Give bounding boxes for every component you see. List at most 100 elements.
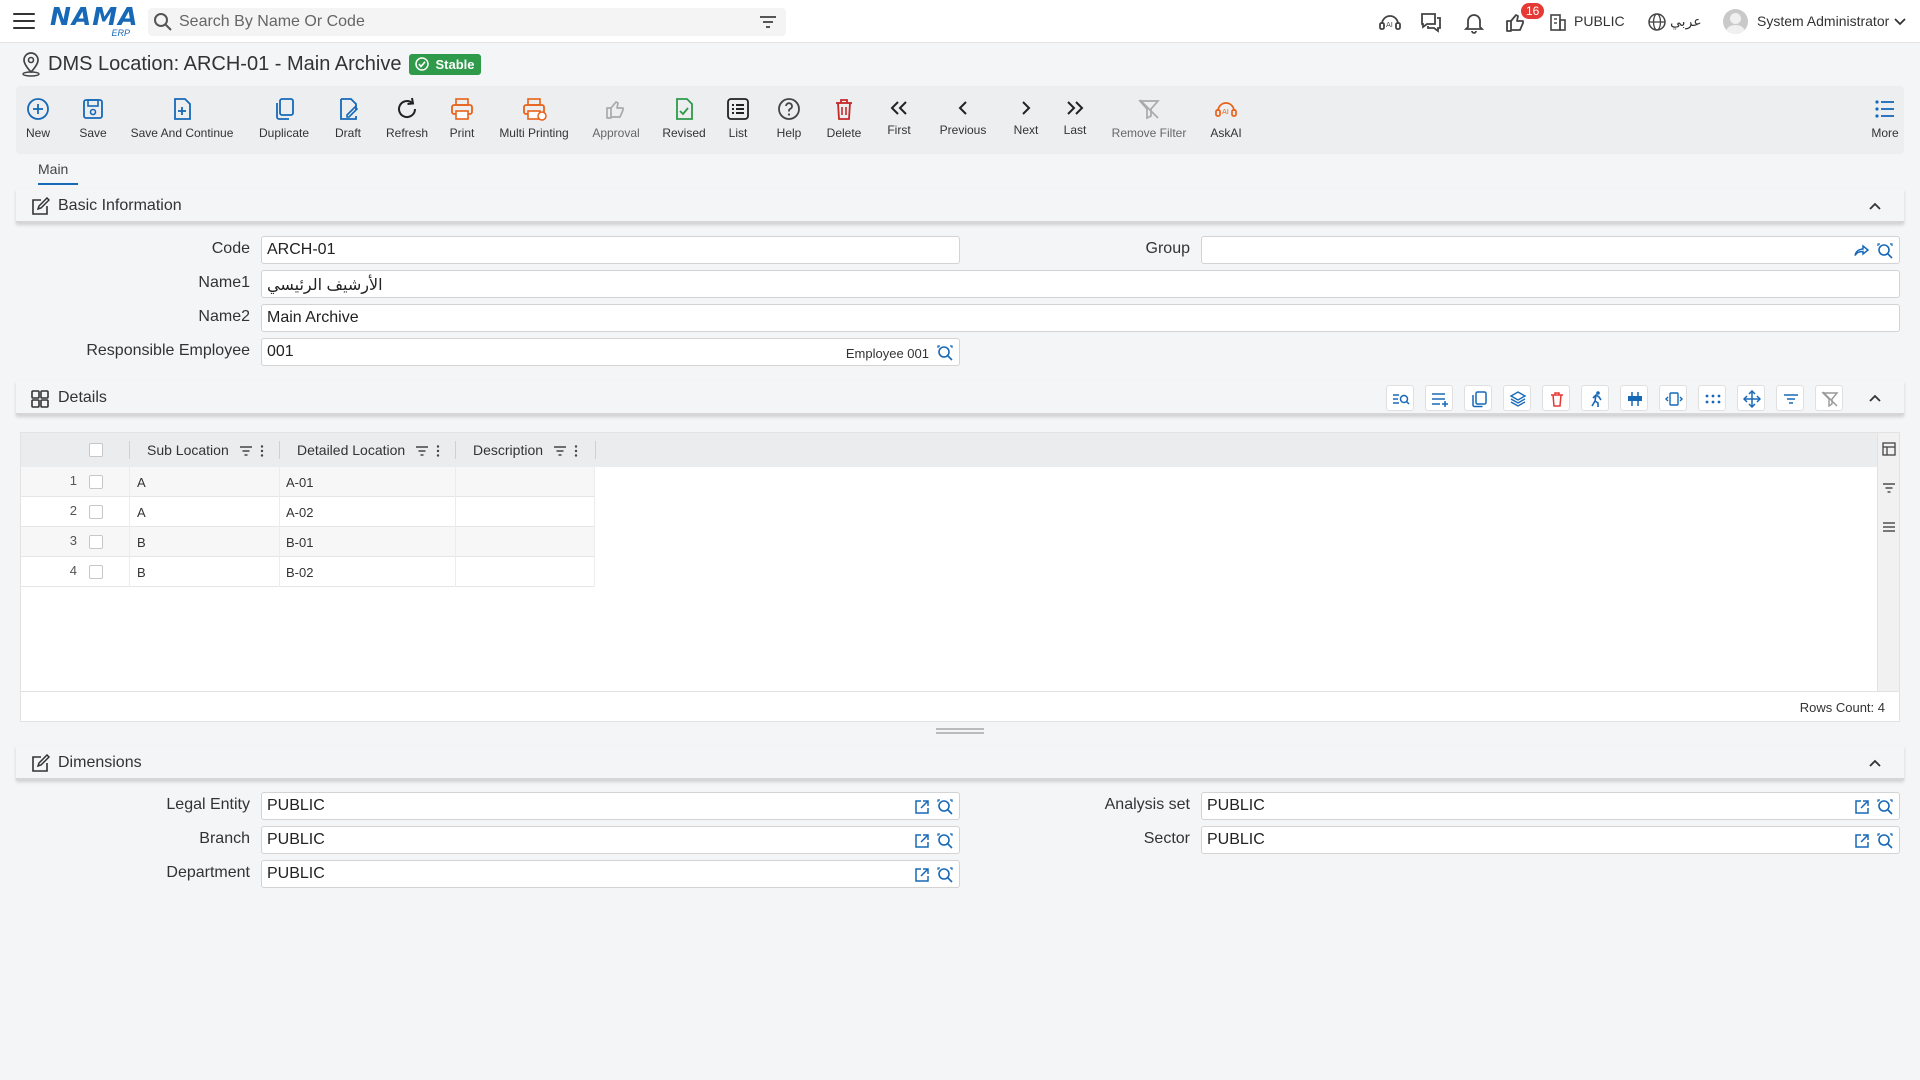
cell-detailed-location[interactable]: A-01 (286, 475, 313, 490)
lookup-search-icon[interactable] (936, 832, 954, 850)
grid-filter-button[interactable] (1776, 385, 1804, 411)
list-button[interactable]: List (724, 86, 752, 154)
refresh-button[interactable]: Refresh (382, 86, 432, 154)
open-external-icon[interactable] (913, 832, 931, 850)
lookup-search-icon[interactable] (936, 344, 954, 362)
tab-main[interactable]: Main (38, 161, 68, 183)
department-field[interactable]: PUBLIC (261, 860, 960, 888)
search-input[interactable]: Search By Name Or Code (148, 8, 786, 36)
grid-dots-button[interactable] (1698, 385, 1726, 411)
column-menu-icon[interactable] (255, 444, 269, 458)
analysis-set-field[interactable]: PUBLIC (1201, 792, 1900, 820)
share-icon[interactable] (1853, 242, 1871, 260)
column-filter-icon[interactable] (239, 444, 253, 458)
filter-icon[interactable] (758, 13, 778, 31)
menu-icon[interactable] (13, 13, 35, 31)
row-checkbox[interactable] (89, 565, 103, 579)
save-and-continue-button[interactable]: Save And Continue (130, 86, 234, 154)
column-header-description[interactable]: Description (473, 442, 543, 458)
table-row[interactable]: 2 A A-02 (21, 497, 595, 527)
row-checkbox[interactable] (89, 505, 103, 519)
chat-icon[interactable] (1419, 10, 1443, 34)
grid-fit-button[interactable] (1659, 385, 1687, 411)
row-checkbox[interactable] (89, 535, 103, 549)
duplicate-button[interactable]: Duplicate (258, 86, 310, 154)
chevron-up-icon[interactable] (1868, 199, 1882, 213)
column-menu-icon[interactable] (431, 444, 445, 458)
first-button[interactable]: First (882, 86, 916, 154)
sector-field[interactable]: PUBLIC (1201, 826, 1900, 854)
open-external-icon[interactable] (913, 798, 931, 816)
legal-entity-field[interactable]: PUBLIC (261, 792, 960, 820)
grid-add-row-button[interactable] (1425, 385, 1453, 411)
responsible-employee-field[interactable]: 001 Employee 001 (261, 338, 960, 366)
column-header-sub-location[interactable]: Sub Location (147, 442, 229, 458)
logo[interactable]: NAMA ERP (50, 4, 138, 40)
draft-button[interactable]: Draft (330, 86, 366, 154)
lookup-search-icon[interactable] (1876, 798, 1894, 816)
more-button[interactable]: More (1870, 86, 1900, 154)
table-row[interactable]: 1 A A-01 (21, 467, 595, 497)
cell-sub-location[interactable]: A (137, 505, 146, 520)
group-field[interactable] (1201, 236, 1900, 264)
cell-detailed-location[interactable]: A-02 (286, 505, 313, 520)
table-row[interactable]: 3 B B-01 (21, 527, 595, 557)
approval-button[interactable]: Approval (588, 86, 644, 154)
avatar[interactable] (1723, 9, 1748, 34)
bell-icon[interactable] (1462, 10, 1486, 34)
grid-resize-handle[interactable] (936, 728, 984, 734)
chevron-down-icon[interactable] (1893, 15, 1907, 29)
previous-button[interactable]: Previous (938, 86, 988, 154)
next-button[interactable]: Next (1010, 86, 1042, 154)
cell-sub-location[interactable]: B (137, 565, 146, 580)
dimensions-header[interactable]: Dimensions (16, 746, 1904, 780)
lookup-search-icon[interactable] (936, 798, 954, 816)
language-switch[interactable]: عربي (1670, 13, 1702, 30)
table-icon[interactable] (1882, 442, 1896, 456)
grid-move-button[interactable] (1737, 385, 1765, 411)
chevron-up-icon[interactable] (1868, 391, 1882, 405)
new-button[interactable]: New (24, 86, 52, 154)
grid-copy-button[interactable] (1464, 385, 1492, 411)
grid-merge-button[interactable] (1620, 385, 1648, 411)
multi-printing-button[interactable]: Multi Printing (496, 86, 572, 154)
cell-detailed-location[interactable]: B-01 (286, 535, 313, 550)
help-button[interactable]: Help (774, 86, 804, 154)
code-field[interactable]: ARCH-01 (261, 236, 960, 264)
lookup-search-icon[interactable] (936, 866, 954, 884)
lookup-search-icon[interactable] (1876, 832, 1894, 850)
select-all-checkbox[interactable] (89, 443, 103, 457)
entity-selector[interactable]: PUBLIC (1574, 13, 1625, 29)
revised-button[interactable]: Revised (660, 86, 708, 154)
grid-run-button[interactable] (1581, 385, 1609, 411)
cell-sub-location[interactable]: A (137, 475, 146, 490)
save-button[interactable]: Save (78, 86, 108, 154)
column-filter-icon[interactable] (415, 444, 429, 458)
filter-icon[interactable] (1882, 481, 1896, 495)
grid-layers-button[interactable] (1503, 385, 1531, 411)
name1-field[interactable]: الأرشيف الرئيسي (261, 270, 1900, 298)
cell-sub-location[interactable]: B (137, 535, 146, 550)
print-button[interactable]: Print (446, 86, 478, 154)
name2-field[interactable]: Main Archive (261, 304, 1900, 332)
user-menu[interactable]: System Administrator (1757, 13, 1889, 29)
open-external-icon[interactable] (913, 866, 931, 884)
chevron-up-icon[interactable] (1868, 756, 1882, 770)
table-row[interactable]: 4 B B-02 (21, 557, 595, 587)
column-filter-icon[interactable] (553, 444, 567, 458)
column-header-detailed-location[interactable]: Detailed Location (297, 442, 405, 458)
basic-info-header[interactable]: Basic Information (16, 189, 1904, 223)
grid-search-button[interactable] (1386, 385, 1414, 411)
lookup-search-icon[interactable] (1876, 242, 1894, 260)
grid-remove-filter-button[interactable] (1815, 385, 1843, 411)
remove-filter-button[interactable]: Remove Filter (1108, 86, 1190, 154)
row-checkbox[interactable] (89, 475, 103, 489)
grid-delete-button[interactable] (1542, 385, 1570, 411)
askai-button[interactable]: AI AskAI (1208, 86, 1244, 154)
open-external-icon[interactable] (1853, 832, 1871, 850)
cell-detailed-location[interactable]: B-02 (286, 565, 313, 580)
globe-icon[interactable] (1647, 12, 1667, 32)
columns-menu-icon[interactable] (1882, 520, 1896, 534)
branch-field[interactable]: PUBLIC (261, 826, 960, 854)
open-external-icon[interactable] (1853, 798, 1871, 816)
